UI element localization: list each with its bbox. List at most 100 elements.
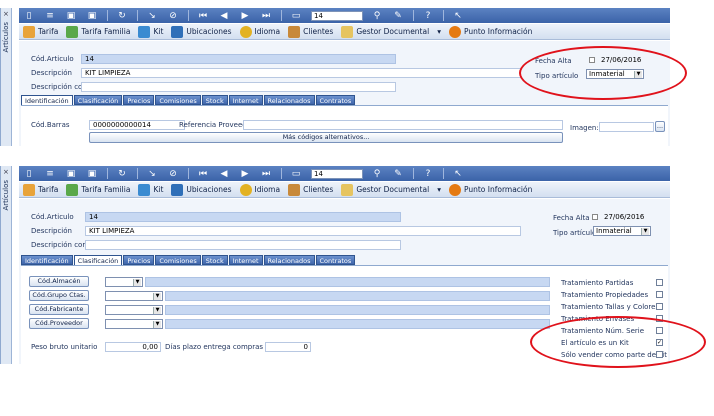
descripcion-corta-field[interactable] [85, 240, 401, 250]
record-number-input[interactable]: 14 [311, 10, 363, 21]
tratamiento-tallas-checkbox[interactable] [656, 303, 663, 310]
tab-internet[interactable]: Internet [228, 95, 263, 105]
proveedor-select[interactable]: ▼ [105, 319, 163, 329]
record-number-input[interactable]: 14 [311, 168, 363, 179]
module-clientes[interactable]: Clientes [288, 25, 333, 38]
descripcion-field[interactable]: KIT LIMPIEZA [85, 226, 521, 236]
tratamiento-partidas-checkbox[interactable] [656, 279, 663, 286]
module-punto-informacion[interactable]: Punto Información [448, 183, 532, 196]
dias-plazo-field[interactable]: 0 [265, 342, 311, 352]
close-icon[interactable]: × [3, 10, 9, 18]
first-record-icon[interactable]: ⏮ [197, 168, 209, 179]
cod-barras-field[interactable]: 0000000000014 [89, 120, 185, 130]
side-tab[interactable]: × Artículos [1, 166, 12, 364]
new-document-icon[interactable]: ▯ [23, 168, 35, 179]
dropdown-arrow[interactable]: ▾ [437, 27, 441, 36]
module-kit[interactable]: Kit [138, 25, 163, 38]
print-icon[interactable]: ▭ [290, 168, 302, 179]
grupo-ctas-select[interactable]: ▼ [105, 291, 163, 301]
module-ubicaciones[interactable]: Ubicaciones [171, 25, 232, 38]
tools-icon[interactable]: ✎ [392, 10, 404, 21]
cod-grupo-ctas-button[interactable]: Cód.Grupo Ctas. [29, 290, 89, 301]
new-document-icon[interactable]: ▯ [23, 10, 35, 21]
tab-precios[interactable]: Precios [123, 95, 155, 105]
undo-icon[interactable]: ↘ [146, 168, 158, 179]
tab-comisiones[interactable]: Comisiones [155, 255, 201, 265]
almacen-select[interactable]: ▼ [105, 277, 143, 287]
fabricante-select[interactable]: ▼ [105, 305, 163, 315]
module-tarifa-familia[interactable]: Tarifa Familia [66, 25, 130, 38]
module-gestor-documental[interactable]: Gestor Documental [341, 25, 429, 38]
tab-relacionados[interactable]: Relacionados [263, 95, 315, 105]
module-tarifa[interactable]: Tarifa [23, 25, 58, 38]
ref-proveedor-field[interactable] [243, 120, 563, 130]
cod-almacen-button[interactable]: Cód.Almacén [29, 276, 89, 287]
module-gestor-documental[interactable]: Gestor Documental [341, 183, 429, 196]
help-icon[interactable]: ? [422, 10, 434, 21]
module-tarifa-familia[interactable]: Tarifa Familia [66, 183, 130, 196]
peso-bruto-field[interactable]: 0,00 [105, 342, 161, 352]
module-clientes[interactable]: Clientes [288, 183, 333, 196]
imagen-browse-button[interactable]: ... [655, 121, 665, 132]
tab-identificacion[interactable]: Identificación [21, 95, 73, 105]
save-icon[interactable]: ▣ [65, 10, 77, 21]
module-ubicaciones[interactable]: Ubicaciones [171, 183, 232, 196]
first-record-icon[interactable]: ⏮ [197, 10, 209, 21]
exit-icon[interactable]: ↖ [452, 168, 464, 179]
cod-fabricante-button[interactable]: Cód.Fabricante [29, 304, 89, 315]
next-record-icon[interactable]: ▶ [239, 168, 251, 179]
module-punto-informacion[interactable]: Punto Información [448, 25, 532, 38]
search-icon[interactable]: ⚲ [371, 10, 383, 21]
close-icon[interactable]: × [3, 168, 9, 176]
tab-internet[interactable]: Internet [228, 255, 263, 265]
cod-proveedor-button[interactable]: Cód.Proveedor [29, 318, 89, 329]
delete-icon[interactable]: ⊘ [167, 168, 179, 179]
tratamiento-propiedades-checkbox[interactable] [656, 291, 663, 298]
mas-codigos-button[interactable]: Más códigos alternativos... [89, 132, 563, 143]
cod-articulo-field[interactable]: 14 [85, 212, 401, 222]
descripcion-field[interactable]: KIT LIMPIEZA [81, 68, 521, 78]
help-icon[interactable]: ? [422, 168, 434, 179]
refresh-icon[interactable]: ↻ [116, 168, 128, 179]
previous-record-icon[interactable]: ◀ [218, 168, 230, 179]
undo-icon[interactable]: ↘ [146, 10, 158, 21]
descripcion-corta-field[interactable] [81, 82, 396, 92]
tab-stock[interactable]: Stock [201, 255, 228, 265]
tab-clasificacion[interactable]: Clasificación [73, 95, 123, 105]
print-icon[interactable]: ▭ [290, 10, 302, 21]
last-record-icon[interactable]: ⏭ [260, 168, 272, 179]
tab-contratos[interactable]: Contratos [315, 95, 356, 105]
tipo-articulo-select[interactable]: Inmaterial ▼ [593, 226, 651, 236]
toolbar-separator [281, 168, 282, 179]
dropdown-arrow[interactable]: ▾ [437, 185, 441, 194]
module-idioma[interactable]: Idioma [239, 183, 280, 196]
tab-precios[interactable]: Precios [123, 255, 155, 265]
fecha-alta-value[interactable]: 27/06/2016 [604, 213, 644, 221]
module-idioma[interactable]: Idioma [239, 25, 280, 38]
cod-articulo-field[interactable]: 14 [81, 54, 396, 64]
previous-record-icon[interactable]: ◀ [218, 10, 230, 21]
delete-icon[interactable]: ⊘ [167, 10, 179, 21]
list-icon[interactable]: ≡ [44, 168, 56, 179]
save-close-icon[interactable]: ▣ [86, 10, 98, 21]
search-icon[interactable]: ⚲ [371, 168, 383, 179]
module-tarifa[interactable]: Tarifa [23, 183, 58, 196]
tab-relacionados[interactable]: Relacionados [263, 255, 315, 265]
tab-clasificacion[interactable]: Clasificación [73, 255, 123, 265]
tab-stock[interactable]: Stock [201, 95, 228, 105]
last-record-icon[interactable]: ⏭ [260, 10, 272, 21]
next-record-icon[interactable]: ▶ [239, 10, 251, 21]
save-icon[interactable]: ▣ [65, 168, 77, 179]
refresh-icon[interactable]: ↻ [116, 10, 128, 21]
imagen-field[interactable] [599, 122, 654, 132]
calendar-icon[interactable] [592, 214, 598, 220]
tab-identificacion[interactable]: Identificación [21, 255, 73, 265]
tab-contratos[interactable]: Contratos [315, 255, 356, 265]
module-kit[interactable]: Kit [138, 183, 163, 196]
list-icon[interactable]: ≡ [44, 10, 56, 21]
side-tab[interactable]: × Artículos [1, 8, 12, 146]
save-close-icon[interactable]: ▣ [86, 168, 98, 179]
tab-comisiones[interactable]: Comisiones [155, 95, 201, 105]
tools-icon[interactable]: ✎ [392, 168, 404, 179]
exit-icon[interactable]: ↖ [452, 10, 464, 21]
